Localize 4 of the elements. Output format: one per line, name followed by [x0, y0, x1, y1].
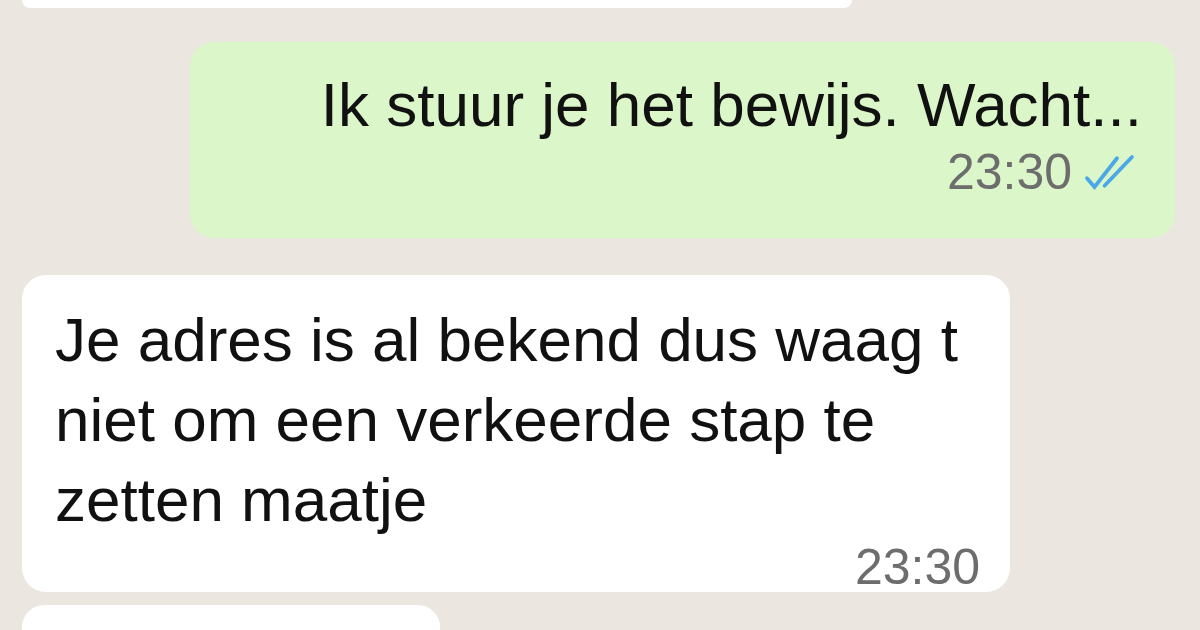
- message-text: Ik stuur je het bewijs. Wacht...: [319, 69, 1142, 141]
- message-time: 23:30: [854, 542, 980, 592]
- message-text: Je adres is al bekend dus waag t niet om een verkeerde stap te zetten maatje: [55, 304, 959, 536]
- message-time: 23:30: [946, 147, 1072, 197]
